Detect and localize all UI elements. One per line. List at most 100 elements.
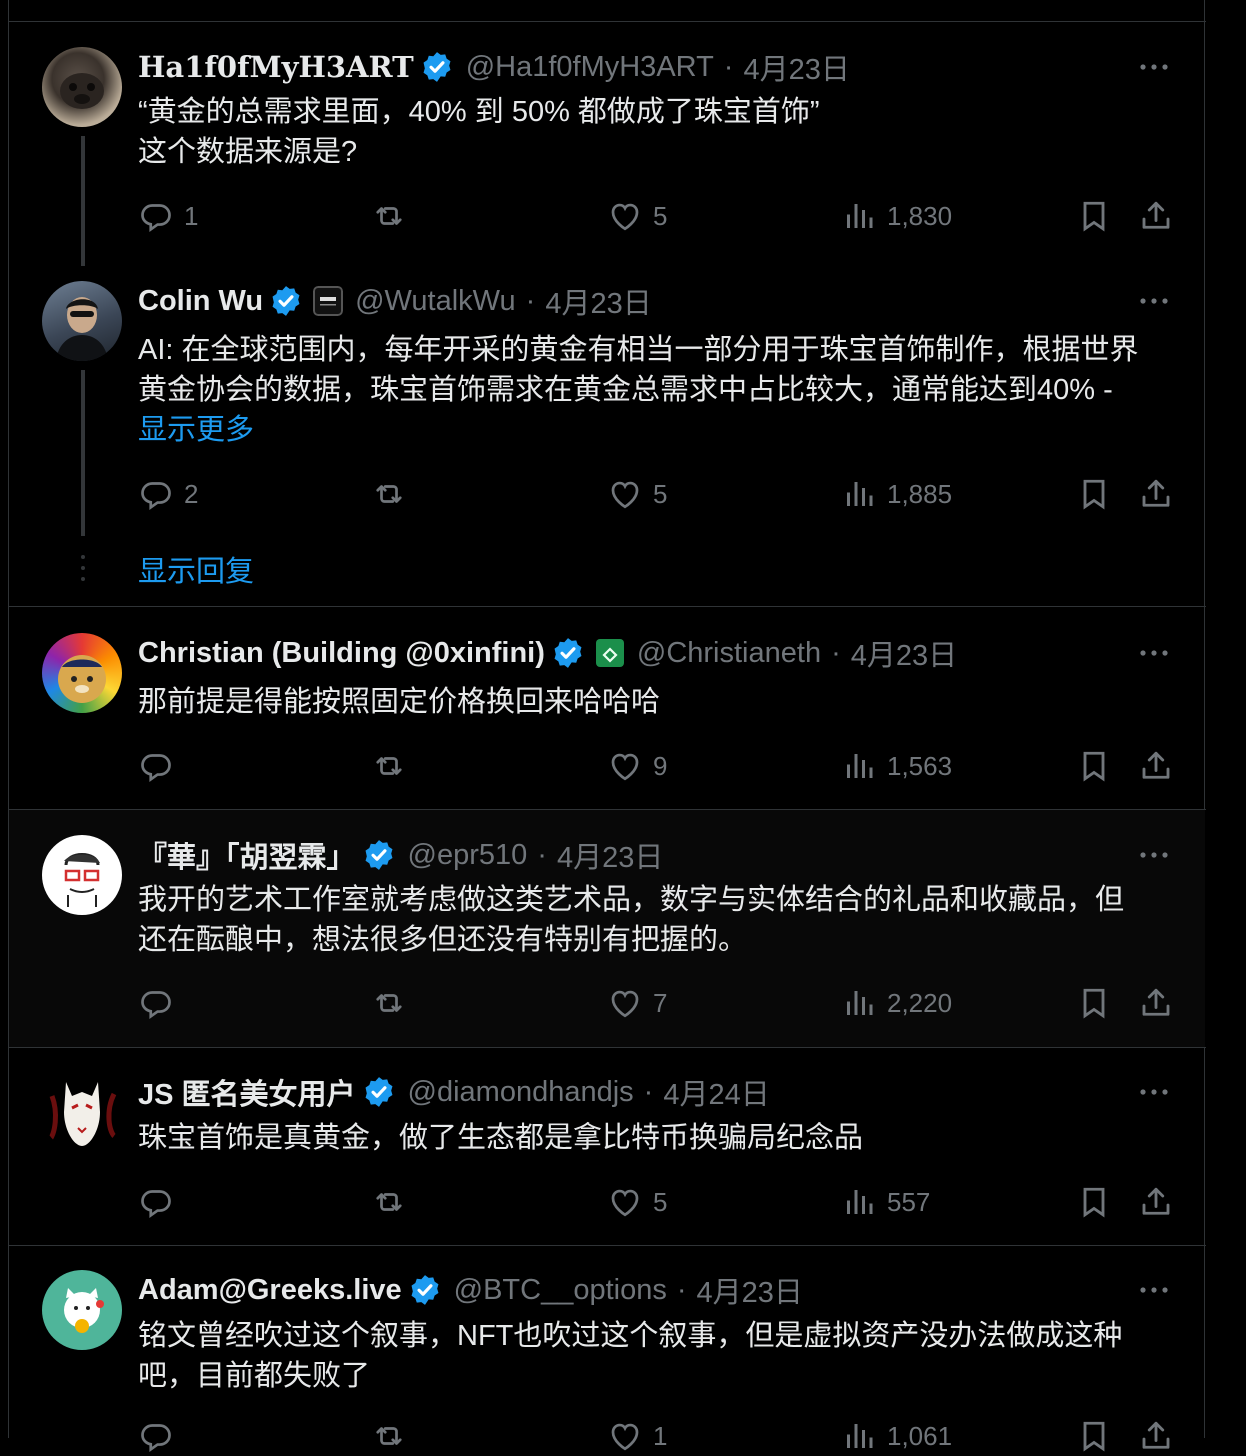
avatar[interactable] bbox=[42, 1270, 122, 1350]
display-name[interactable]: Adam@Greeks.live bbox=[138, 1274, 402, 1307]
like-count: 7 bbox=[653, 987, 668, 1018]
more-icon[interactable] bbox=[1136, 1080, 1172, 1104]
more-icon[interactable] bbox=[1136, 843, 1172, 867]
repost-button[interactable] bbox=[371, 746, 407, 786]
timestamp[interactable]: 4月24日 bbox=[663, 1071, 769, 1113]
display-name[interactable]: Colin Wu bbox=[138, 285, 263, 318]
repost-button[interactable] bbox=[371, 474, 407, 514]
display-name[interactable]: 『華』「胡翌霖」 bbox=[138, 834, 356, 876]
reply-icon bbox=[138, 985, 174, 1021]
tweet-text-line: 还在酝酿中，想法很多但还没有特别有把握的。 bbox=[138, 924, 748, 956]
like-button[interactable]: 9 bbox=[607, 746, 667, 786]
views-button[interactable]: 1,830 bbox=[841, 196, 952, 236]
reply-icon bbox=[138, 476, 174, 512]
views-button[interactable]: 557 bbox=[841, 1182, 930, 1222]
verified-badge-icon[interactable] bbox=[420, 50, 454, 84]
timestamp[interactable]: 4月23日 bbox=[851, 632, 957, 674]
bookmark-icon bbox=[1076, 476, 1112, 512]
repost-button[interactable] bbox=[371, 1416, 407, 1456]
share-button[interactable] bbox=[1138, 196, 1174, 236]
handle[interactable]: @Christianeth bbox=[637, 637, 821, 670]
thread-line bbox=[81, 136, 85, 266]
reply-button[interactable] bbox=[138, 746, 184, 786]
share-button[interactable] bbox=[1138, 1182, 1174, 1222]
share-button[interactable] bbox=[1138, 983, 1174, 1023]
repost-button[interactable] bbox=[371, 983, 407, 1023]
tweet-text: AI: 在全球范围内，每年开采的黄金有相当一部分用于珠宝首饰制作，根据世界 黄金… bbox=[138, 330, 1178, 450]
like-count: 1 bbox=[653, 1420, 668, 1451]
timestamp[interactable]: 4月23日 bbox=[557, 834, 663, 876]
divider bbox=[9, 21, 1206, 22]
divider bbox=[9, 1245, 1206, 1246]
share-button[interactable] bbox=[1138, 474, 1174, 514]
bookmark-button[interactable] bbox=[1076, 983, 1112, 1023]
avatar[interactable] bbox=[42, 281, 122, 361]
more-icon[interactable] bbox=[1136, 289, 1172, 313]
affiliation-badge-icon[interactable] bbox=[313, 286, 344, 316]
like-icon bbox=[607, 1418, 643, 1454]
like-button[interactable]: 1 bbox=[607, 1416, 667, 1456]
share-button[interactable] bbox=[1138, 1416, 1174, 1456]
reply-icon bbox=[138, 1184, 174, 1220]
handle[interactable]: @WutalkWu bbox=[355, 285, 516, 318]
tweet[interactable]: 『華』「胡翌霖」 @epr510 · 4月23日 我开的艺术工作室就考虑做这类艺… bbox=[9, 810, 1205, 1047]
avatar[interactable] bbox=[42, 633, 122, 713]
like-icon bbox=[607, 198, 643, 234]
views-button[interactable]: 2,220 bbox=[841, 983, 952, 1023]
views-button[interactable]: 1,563 bbox=[841, 746, 952, 786]
repost-button[interactable] bbox=[371, 196, 407, 236]
divider bbox=[9, 606, 1206, 607]
more-icon[interactable] bbox=[1136, 55, 1172, 79]
like-icon bbox=[607, 748, 643, 784]
like-button[interactable]: 5 bbox=[607, 196, 667, 236]
like-button[interactable]: 5 bbox=[607, 1182, 667, 1222]
avatar[interactable] bbox=[42, 47, 122, 127]
repost-button[interactable] bbox=[371, 1182, 407, 1222]
bookmark-button[interactable] bbox=[1076, 1416, 1112, 1456]
timestamp[interactable]: 4月23日 bbox=[697, 1269, 803, 1311]
views-button[interactable]: 1,885 bbox=[841, 474, 952, 514]
timestamp[interactable]: 4月23日 bbox=[743, 46, 849, 88]
handle[interactable]: @epr510 bbox=[408, 839, 528, 872]
handle[interactable]: @diamondhandjs bbox=[408, 1076, 634, 1109]
display-name[interactable]: Ha1f0fMyH3ART bbox=[138, 50, 414, 84]
like-button[interactable]: 7 bbox=[607, 983, 667, 1023]
bookmark-button[interactable] bbox=[1076, 196, 1112, 236]
handle[interactable]: @BTC__options bbox=[454, 1274, 667, 1307]
reply-button[interactable] bbox=[138, 983, 184, 1023]
reply-count: 1 bbox=[184, 200, 199, 231]
reply-button[interactable] bbox=[138, 1182, 184, 1222]
separator: · bbox=[537, 838, 547, 871]
bookmark-button[interactable] bbox=[1076, 746, 1112, 786]
separator: · bbox=[831, 636, 841, 669]
avatar[interactable] bbox=[42, 835, 122, 915]
reply-button[interactable]: 1 bbox=[138, 196, 198, 236]
views-button[interactable]: 1,061 bbox=[841, 1416, 952, 1456]
show-more-link[interactable]: 显示更多 bbox=[138, 410, 1178, 450]
action-bar: 1 1,061 bbox=[138, 1416, 1188, 1456]
more-icon[interactable] bbox=[1136, 1278, 1172, 1302]
verified-badge-icon[interactable] bbox=[269, 284, 303, 318]
share-button[interactable] bbox=[1138, 746, 1174, 786]
avatar[interactable] bbox=[42, 1072, 122, 1152]
like-button[interactable]: 5 bbox=[607, 474, 667, 514]
display-name[interactable]: JS 匿名美女用户 bbox=[138, 1071, 356, 1113]
handle[interactable]: @Ha1f0fMyH3ART bbox=[466, 51, 714, 84]
more-icon[interactable] bbox=[1136, 641, 1172, 665]
verified-badge-icon[interactable] bbox=[408, 1273, 442, 1307]
verified-badge-icon[interactable] bbox=[362, 838, 396, 872]
timestamp[interactable]: 4月23日 bbox=[545, 280, 651, 322]
reply-button[interactable]: 2 bbox=[138, 474, 198, 514]
separator: · bbox=[676, 1273, 687, 1306]
affiliation-badge-icon[interactable] bbox=[595, 638, 625, 668]
views-icon bbox=[841, 1418, 877, 1454]
display-name[interactable]: Christian (Building @0xinfini) bbox=[138, 637, 545, 670]
bookmark-button[interactable] bbox=[1076, 1182, 1112, 1222]
bookmark-button[interactable] bbox=[1076, 474, 1112, 514]
tweet-header: JS 匿名美女用户 @diamondhandjs · 4月24日 bbox=[138, 1071, 770, 1113]
verified-badge-icon[interactable] bbox=[551, 636, 585, 670]
show-replies-link[interactable]: 显示回复 bbox=[138, 552, 1178, 592]
views-icon bbox=[841, 1184, 877, 1220]
verified-badge-icon[interactable] bbox=[362, 1075, 396, 1109]
reply-button[interactable] bbox=[138, 1416, 184, 1456]
